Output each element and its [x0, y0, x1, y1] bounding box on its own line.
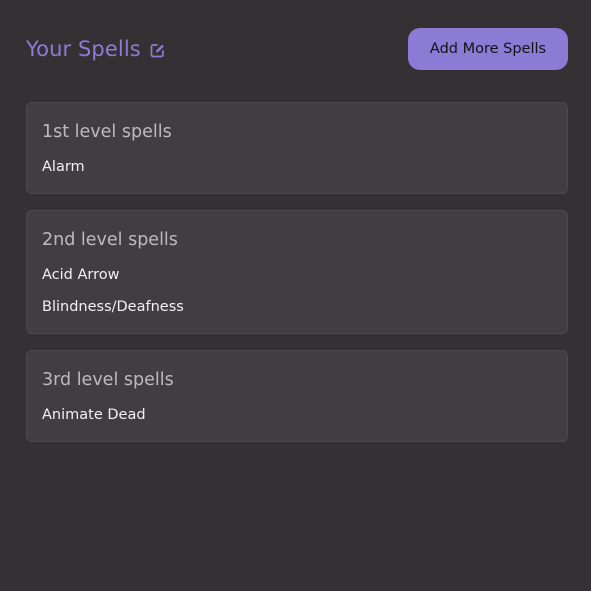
spell-level-card-3: 3rd level spells Animate Dead	[26, 350, 568, 442]
page-title: Your Spells	[26, 37, 141, 61]
spell-level-title: 3rd level spells	[42, 370, 174, 390]
edit-icon[interactable]	[150, 43, 165, 58]
spell-level-title: 1st level spells	[42, 122, 172, 142]
spell-level-card-2: 2nd level spells Acid Arrow Blindness/De…	[26, 210, 568, 334]
spell-level-card-1: 1st level spells Alarm	[26, 102, 568, 194]
spell-item[interactable]: Acid Arrow	[42, 265, 552, 285]
spell-level-title: 2nd level spells	[42, 230, 178, 250]
add-more-spells-button[interactable]: Add More Spells	[408, 28, 568, 70]
spell-item[interactable]: Animate Dead	[42, 405, 552, 425]
spells-page: Your Spells Add More Spells 1st level sp…	[0, 0, 591, 591]
title-group: Your Spells	[26, 37, 165, 61]
page-header: Your Spells Add More Spells	[26, 28, 568, 70]
spell-item[interactable]: Alarm	[42, 157, 552, 177]
spell-item[interactable]: Blindness/Deafness	[42, 297, 552, 317]
